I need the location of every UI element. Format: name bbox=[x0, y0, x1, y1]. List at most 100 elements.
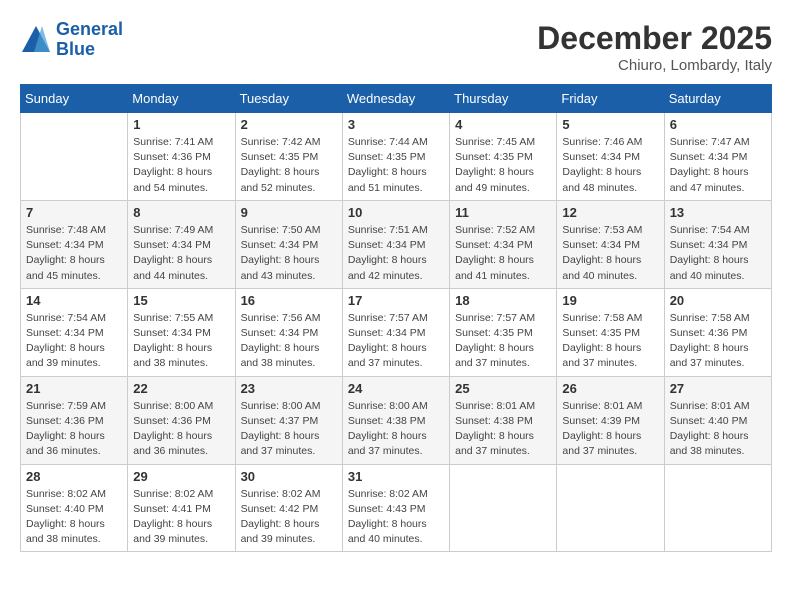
calendar-cell: 21 Sunrise: 7:59 AMSunset: 4:36 PMDayligh… bbox=[21, 376, 128, 464]
calendar-week-row: 7 Sunrise: 7:48 AMSunset: 4:34 PMDaylight… bbox=[21, 200, 772, 288]
calendar-cell: 28 Sunrise: 8:02 AMSunset: 4:40 PMDayligh… bbox=[21, 464, 128, 552]
cell-info: Sunrise: 7:41 AMSunset: 4:36 PMDaylight:… bbox=[133, 135, 229, 196]
day-number: 28 bbox=[26, 469, 122, 484]
cell-info: Sunrise: 7:46 AMSunset: 4:34 PMDaylight:… bbox=[562, 135, 658, 196]
day-number: 2 bbox=[241, 117, 337, 132]
cell-info: Sunrise: 8:01 AMSunset: 4:40 PMDaylight:… bbox=[670, 399, 766, 460]
cell-info: Sunrise: 7:54 AMSunset: 4:34 PMDaylight:… bbox=[670, 223, 766, 284]
cell-info: Sunrise: 8:00 AMSunset: 4:36 PMDaylight:… bbox=[133, 399, 229, 460]
day-number: 18 bbox=[455, 293, 551, 308]
cell-info: Sunrise: 8:02 AMSunset: 4:40 PMDaylight:… bbox=[26, 487, 122, 548]
day-number: 16 bbox=[241, 293, 337, 308]
weekday-header: Thursday bbox=[450, 85, 557, 113]
cell-info: Sunrise: 7:56 AMSunset: 4:34 PMDaylight:… bbox=[241, 311, 337, 372]
day-number: 8 bbox=[133, 205, 229, 220]
day-number: 30 bbox=[241, 469, 337, 484]
calendar-cell: 31 Sunrise: 8:02 AMSunset: 4:43 PMDayligh… bbox=[342, 464, 449, 552]
calendar-week-row: 14 Sunrise: 7:54 AMSunset: 4:34 PMDayligh… bbox=[21, 288, 772, 376]
logo-line2: Blue bbox=[56, 39, 95, 59]
cell-info: Sunrise: 7:53 AMSunset: 4:34 PMDaylight:… bbox=[562, 223, 658, 284]
month-title: December 2025 bbox=[537, 20, 772, 57]
cell-info: Sunrise: 7:45 AMSunset: 4:35 PMDaylight:… bbox=[455, 135, 551, 196]
day-number: 4 bbox=[455, 117, 551, 132]
logo: General Blue bbox=[20, 20, 123, 60]
calendar-cell: 4 Sunrise: 7:45 AMSunset: 4:35 PMDaylight… bbox=[450, 113, 557, 201]
weekday-header: Saturday bbox=[664, 85, 771, 113]
cell-info: Sunrise: 7:49 AMSunset: 4:34 PMDaylight:… bbox=[133, 223, 229, 284]
cell-info: Sunrise: 7:59 AMSunset: 4:36 PMDaylight:… bbox=[26, 399, 122, 460]
calendar-cell bbox=[450, 464, 557, 552]
calendar-cell: 29 Sunrise: 8:02 AMSunset: 4:41 PMDayligh… bbox=[128, 464, 235, 552]
day-number: 13 bbox=[670, 205, 766, 220]
cell-info: Sunrise: 7:42 AMSunset: 4:35 PMDaylight:… bbox=[241, 135, 337, 196]
logo-text: General Blue bbox=[56, 20, 123, 60]
cell-info: Sunrise: 7:47 AMSunset: 4:34 PMDaylight:… bbox=[670, 135, 766, 196]
day-number: 20 bbox=[670, 293, 766, 308]
weekday-header: Monday bbox=[128, 85, 235, 113]
calendar-cell: 10 Sunrise: 7:51 AMSunset: 4:34 PMDayligh… bbox=[342, 200, 449, 288]
location-subtitle: Chiuro, Lombardy, Italy bbox=[537, 57, 772, 74]
calendar-cell: 19Sunrise: 7:58 AMSunset: 4:35 PMDayligh… bbox=[557, 288, 664, 376]
calendar-cell: 5 Sunrise: 7:46 AMSunset: 4:34 PMDaylight… bbox=[557, 113, 664, 201]
cell-info: Sunrise: 8:02 AMSunset: 4:41 PMDaylight:… bbox=[133, 487, 229, 548]
day-number: 14 bbox=[26, 293, 122, 308]
calendar-cell: 30 Sunrise: 8:02 AMSunset: 4:42 PMDayligh… bbox=[235, 464, 342, 552]
day-number: 7 bbox=[26, 205, 122, 220]
day-number: 10 bbox=[348, 205, 444, 220]
weekday-header: Wednesday bbox=[342, 85, 449, 113]
day-number: 3 bbox=[348, 117, 444, 132]
calendar-cell: 22 Sunrise: 8:00 AMSunset: 4:36 PMDayligh… bbox=[128, 376, 235, 464]
day-number: 11 bbox=[455, 205, 551, 220]
page-header: General Blue December 2025 Chiuro, Lomba… bbox=[20, 20, 772, 74]
calendar-cell bbox=[664, 464, 771, 552]
cell-info: Sunrise: 8:02 AMSunset: 4:42 PMDaylight:… bbox=[241, 487, 337, 548]
cell-info: Sunrise: 8:01 AMSunset: 4:38 PMDaylight:… bbox=[455, 399, 551, 460]
cell-info: Sunrise: 8:02 AMSunset: 4:43 PMDaylight:… bbox=[348, 487, 444, 548]
day-number: 25 bbox=[455, 381, 551, 396]
calendar-cell: 12 Sunrise: 7:53 AMSunset: 4:34 PMDayligh… bbox=[557, 200, 664, 288]
cell-info: Sunrise: 7:57 AMSunset: 4:35 PMDaylight:… bbox=[455, 311, 551, 372]
calendar-cell: 14 Sunrise: 7:54 AMSunset: 4:34 PMDayligh… bbox=[21, 288, 128, 376]
cell-info: Sunrise: 7:54 AMSunset: 4:34 PMDaylight:… bbox=[26, 311, 122, 372]
title-block: December 2025 Chiuro, Lombardy, Italy bbox=[537, 20, 772, 74]
cell-info: Sunrise: 7:58 AMSunset: 4:36 PMDaylight:… bbox=[670, 311, 766, 372]
calendar-body: 1Sunrise: 7:41 AMSunset: 4:36 PMDaylight… bbox=[21, 113, 772, 552]
calendar-cell: 27Sunrise: 8:01 AMSunset: 4:40 PMDayligh… bbox=[664, 376, 771, 464]
calendar-cell: 24Sunrise: 8:00 AMSunset: 4:38 PMDayligh… bbox=[342, 376, 449, 464]
cell-info: Sunrise: 7:58 AMSunset: 4:35 PMDaylight:… bbox=[562, 311, 658, 372]
calendar-table: SundayMondayTuesdayWednesdayThursdayFrid… bbox=[20, 84, 772, 552]
header-row: SundayMondayTuesdayWednesdayThursdayFrid… bbox=[21, 85, 772, 113]
cell-info: Sunrise: 7:52 AMSunset: 4:34 PMDaylight:… bbox=[455, 223, 551, 284]
day-number: 22 bbox=[133, 381, 229, 396]
calendar-week-row: 1Sunrise: 7:41 AMSunset: 4:36 PMDaylight… bbox=[21, 113, 772, 201]
calendar-header: SundayMondayTuesdayWednesdayThursdayFrid… bbox=[21, 85, 772, 113]
calendar-cell bbox=[21, 113, 128, 201]
day-number: 9 bbox=[241, 205, 337, 220]
calendar-cell: 3 Sunrise: 7:44 AMSunset: 4:35 PMDaylight… bbox=[342, 113, 449, 201]
cell-info: Sunrise: 7:55 AMSunset: 4:34 PMDaylight:… bbox=[133, 311, 229, 372]
calendar-cell: 13 Sunrise: 7:54 AMSunset: 4:34 PMDayligh… bbox=[664, 200, 771, 288]
day-number: 5 bbox=[562, 117, 658, 132]
cell-info: Sunrise: 7:50 AMSunset: 4:34 PMDaylight:… bbox=[241, 223, 337, 284]
day-number: 17 bbox=[348, 293, 444, 308]
calendar-cell: 26Sunrise: 8:01 AMSunset: 4:39 PMDayligh… bbox=[557, 376, 664, 464]
cell-info: Sunrise: 7:57 AMSunset: 4:34 PMDaylight:… bbox=[348, 311, 444, 372]
calendar-cell: 25 Sunrise: 8:01 AMSunset: 4:38 PMDayligh… bbox=[450, 376, 557, 464]
cell-info: Sunrise: 8:00 AMSunset: 4:37 PMDaylight:… bbox=[241, 399, 337, 460]
day-number: 24 bbox=[348, 381, 444, 396]
cell-info: Sunrise: 7:44 AMSunset: 4:35 PMDaylight:… bbox=[348, 135, 444, 196]
weekday-header: Friday bbox=[557, 85, 664, 113]
day-number: 21 bbox=[26, 381, 122, 396]
calendar-cell: 8 Sunrise: 7:49 AMSunset: 4:34 PMDaylight… bbox=[128, 200, 235, 288]
cell-info: Sunrise: 8:01 AMSunset: 4:39 PMDaylight:… bbox=[562, 399, 658, 460]
day-number: 31 bbox=[348, 469, 444, 484]
day-number: 12 bbox=[562, 205, 658, 220]
calendar-cell: 2 Sunrise: 7:42 AMSunset: 4:35 PMDaylight… bbox=[235, 113, 342, 201]
calendar-cell: 11 Sunrise: 7:52 AMSunset: 4:34 PMDayligh… bbox=[450, 200, 557, 288]
calendar-cell: 15Sunrise: 7:55 AMSunset: 4:34 PMDayligh… bbox=[128, 288, 235, 376]
day-number: 29 bbox=[133, 469, 229, 484]
cell-info: Sunrise: 7:51 AMSunset: 4:34 PMDaylight:… bbox=[348, 223, 444, 284]
cell-info: Sunrise: 7:48 AMSunset: 4:34 PMDaylight:… bbox=[26, 223, 122, 284]
calendar-cell: 20 Sunrise: 7:58 AMSunset: 4:36 PMDayligh… bbox=[664, 288, 771, 376]
logo-line1: General bbox=[56, 19, 123, 39]
